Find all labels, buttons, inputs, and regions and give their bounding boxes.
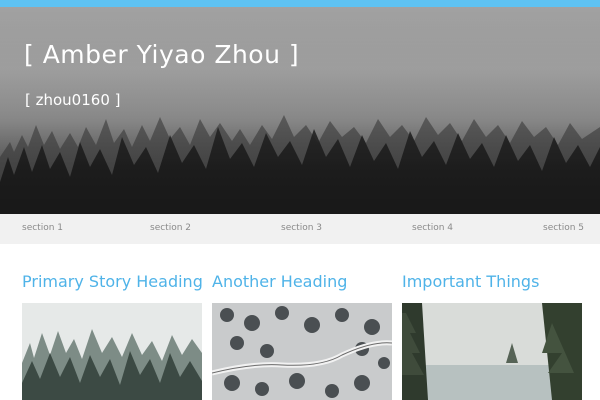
hero-banner: [ Amber Yiyao Zhou ] [ zhou0160 ] <box>0 7 600 214</box>
forest-fog-image <box>0 7 600 214</box>
primary-story-heading[interactable]: Primary Story Heading <box>22 272 203 291</box>
foggy-forest-thumbnail[interactable] <box>22 303 202 400</box>
nav-section-2[interactable]: section 2 <box>150 223 191 233</box>
another-heading[interactable]: Another Heading <box>212 272 347 291</box>
lake-forest-thumbnail[interactable] <box>402 303 582 400</box>
site-subtitle: [ zhou0160 ] <box>25 91 121 109</box>
nav-section-4[interactable]: section 4 <box>412 223 453 233</box>
nav-section-3[interactable]: section 3 <box>281 223 322 233</box>
snowy-road-thumbnail[interactable] <box>212 303 392 400</box>
section-nav: section 1 section 2 section 3 section 4 … <box>0 214 600 244</box>
important-things-heading[interactable]: Important Things <box>402 272 539 291</box>
top-accent-bar <box>0 0 600 7</box>
nav-section-5[interactable]: section 5 <box>543 223 584 233</box>
site-title: [ Amber Yiyao Zhou ] <box>24 40 300 69</box>
nav-section-1[interactable]: section 1 <box>22 223 63 233</box>
